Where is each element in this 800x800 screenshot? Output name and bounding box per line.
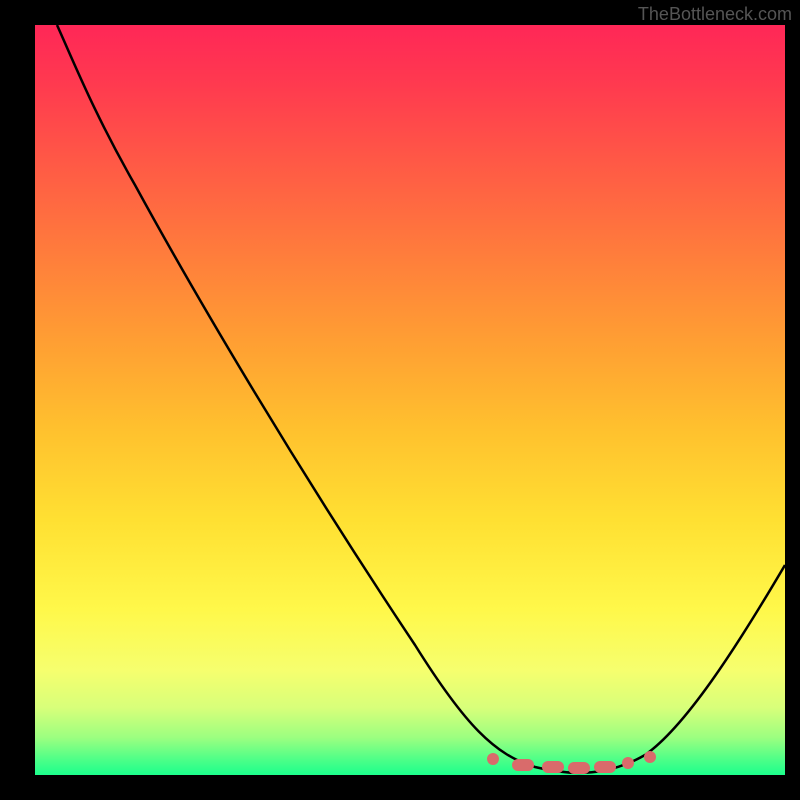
highlight-marker [542,761,564,773]
highlight-marker [487,753,499,765]
highlight-marker [594,761,616,773]
highlight-marker [644,751,656,763]
highlight-marker [622,757,634,769]
plot-area [35,25,785,775]
highlight-marker [512,759,534,771]
curve-svg [35,25,785,775]
highlight-marker [568,762,590,774]
bottleneck-curve [57,25,785,773]
watermark-text: TheBottleneck.com [638,4,792,25]
